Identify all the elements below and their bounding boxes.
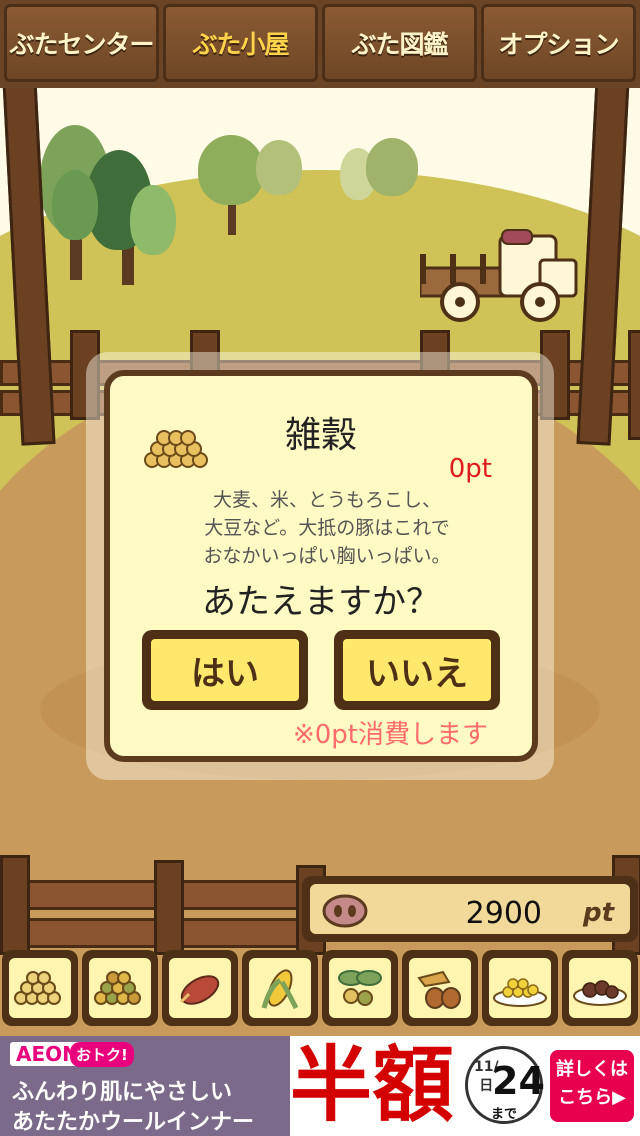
grain-pile-icon — [14, 971, 61, 1005]
ad-date-suffix: まで — [490, 1107, 517, 1122]
top-nav: ぶたセンター ぶた小屋 ぶた図鑑 オプション — [0, 0, 640, 88]
feed-slot-sweet-potato[interactable] — [162, 950, 238, 1026]
corn-plate-icon — [493, 978, 547, 1007]
pig-nose-icon — [322, 894, 368, 928]
ad-cta-button[interactable]: 詳しくは こちら▶ — [550, 1050, 634, 1122]
feed-title: 雑穀 — [284, 415, 357, 456]
feed-dialog: 雑穀 0pt 大麦、米、とうもろこし、 大豆など。大抵の豚はこれで おなかいっぱ… — [104, 370, 538, 762]
no-button-label: いいえ — [343, 639, 491, 701]
feed-cost: 0pt — [448, 454, 492, 484]
description-line: 大麦、米、とうもろこし、 — [212, 489, 441, 511]
mixed-grain-icon — [94, 971, 141, 1005]
points-panel: 2900 pt — [302, 876, 638, 942]
feed-slot-meatball[interactable] — [562, 950, 638, 1026]
ad-tag: おトク! — [70, 1042, 134, 1067]
acorn-icon — [417, 970, 461, 1009]
feed-description: 大麦、米、とうもろこし、 大豆など。大抵の豚はこれで おなかいっぱい胸いっぱい。 — [150, 486, 504, 570]
tab-pig-center[interactable]: ぶたセンター — [4, 4, 159, 82]
corn-icon — [261, 969, 299, 1010]
tab-options[interactable]: オプション — [481, 4, 636, 82]
points-value: 2900 — [465, 896, 542, 931]
feed-slot-acorn[interactable] — [402, 950, 478, 1026]
description-line: 大豆など。大抵の豚はこれで — [204, 517, 450, 539]
no-button[interactable]: いいえ — [334, 630, 500, 710]
cost-note: ※0pt消費します — [292, 720, 488, 750]
ad-banner[interactable]: AEON おトク! ふんわり肌にやさしい あたたかウールインナー 半額 11/ … — [0, 1036, 640, 1136]
ad-headline: 半額 — [290, 1038, 455, 1133]
feed-slot-corn-plate[interactable] — [482, 950, 558, 1026]
points-unit: pt — [582, 898, 614, 928]
ad-copy-line: あたたかウールインナー — [12, 1110, 255, 1135]
tab-pig-encyclopedia[interactable]: ぶた図鑑 — [322, 4, 477, 82]
ad-date-badge: 11/ 日 24 まで — [465, 1046, 545, 1124]
yes-button-label: はい — [151, 639, 299, 701]
ad-copy-line: ふんわり肌にやさしい — [12, 1080, 233, 1105]
feed-slot-beans[interactable] — [322, 950, 398, 1026]
sweet-potato-icon — [179, 975, 220, 1005]
yes-button[interactable]: はい — [142, 630, 308, 710]
feed-slot-corn[interactable] — [242, 950, 318, 1026]
feed-slot-mixed-grain[interactable] — [82, 950, 158, 1026]
meatball-plate-icon — [573, 980, 627, 1006]
truck-illustration — [420, 229, 578, 322]
tab-pig-hut[interactable]: ぶた小屋 — [163, 4, 318, 82]
beans-leaves-icon — [338, 970, 382, 1006]
ad-date-day: 24 — [492, 1059, 545, 1103]
feed-question: あたえますか？ — [202, 582, 440, 622]
description-line: おなかいっぱい胸いっぱい。 — [203, 545, 451, 567]
feed-bar — [0, 950, 640, 1030]
feed-slot-grain[interactable] — [2, 950, 78, 1026]
